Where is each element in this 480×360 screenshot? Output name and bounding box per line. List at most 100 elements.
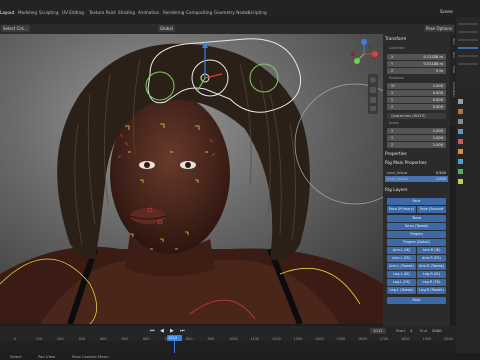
tab-geometry-nodes[interactable]: Geometry Nodes — [214, 9, 249, 17]
tab-texture-paint[interactable]: Texture Paint — [89, 9, 116, 17]
tab-compositing[interactable]: Compositing — [186, 9, 212, 17]
object-props-icon[interactable] — [458, 149, 463, 154]
layer-fingers-button[interactable]: Fingers — [387, 231, 446, 238]
layer-leg-l-fk-button[interactable]: Leg.L (FK) — [387, 279, 416, 286]
current-frame-field[interactable]: 1012 — [370, 328, 386, 334]
rotation-w-field[interactable]: W 1.000 — [387, 83, 446, 89]
layer-face-button[interactable]: Face — [387, 198, 446, 205]
tab-sculpting[interactable]: Sculpting — [39, 9, 59, 17]
timeline-tick-label: 1300 — [293, 337, 303, 341]
tab-uv-editing[interactable]: UV Editing — [62, 9, 84, 17]
rotation-z-field[interactable]: Z 0.000 — [387, 104, 446, 110]
rig-main-properties-header[interactable]: Rig Main Properties — [385, 161, 427, 166]
top-bar: Layout Modeling Sculpting UV Editing Tex… — [0, 0, 480, 17]
location-x-field[interactable]: X 0.11328 m — [387, 54, 446, 60]
view-layer-props-icon[interactable] — [458, 129, 463, 134]
layer-torso-tweak-button[interactable]: Torso (Tweak) — [387, 223, 446, 230]
select-mode-dropdown[interactable]: Select Circ... — [1, 25, 31, 32]
bone-props-icon[interactable] — [458, 179, 463, 184]
layer-leg-r-fk-button[interactable]: Leg.R (FK) — [417, 279, 446, 286]
layer-root-button[interactable]: Root — [387, 297, 446, 304]
rotation-y-field[interactable]: Y 0.000 — [387, 97, 446, 103]
play-reverse-icon[interactable]: ◀ — [160, 328, 164, 334]
camera-icon[interactable] — [370, 97, 376, 103]
playback-controls[interactable]: ⏮ ◀ ▶ ⏭ — [150, 328, 200, 335]
jump-start-icon[interactable]: ⏮ — [150, 328, 155, 334]
axis-gizmo-icon — [350, 39, 378, 64]
location-label: Location — [389, 46, 405, 50]
layer-arm-r-fk-button[interactable]: Arm.R (FK) — [417, 255, 446, 262]
render-props-icon[interactable] — [458, 109, 463, 114]
scale-z-field[interactable]: Z 1.000 — [387, 142, 446, 148]
layer-arm-l-tweak-button[interactable]: Arm.L (Tweak) — [387, 263, 416, 270]
rotation-mode-dropdown[interactable]: Quaternion (WXYZ) — [387, 113, 446, 119]
outliner-panel[interactable] — [456, 17, 480, 89]
timeline-tick-label: 1700 — [379, 337, 389, 341]
workspace-spacer — [0, 17, 456, 24]
properties-header[interactable]: Properties — [385, 152, 407, 157]
pose-options-button[interactable]: Pose Options — [424, 25, 454, 32]
layer-leg-r-ik-button[interactable]: Leg.R (IK) — [417, 271, 446, 278]
output-props-icon[interactable] — [458, 119, 463, 124]
pan-hand-icon[interactable] — [370, 87, 376, 93]
timeline-tick-label: 900 — [207, 337, 214, 341]
layer-arm-l-fk-button[interactable]: Arm.L (FK) — [387, 255, 416, 262]
layer-torso-button[interactable]: Torso — [387, 215, 446, 222]
layer-leg-r-tweak-button[interactable]: Leg.R (Tweak) — [417, 287, 446, 294]
timeline-tick-label: 600 — [143, 337, 150, 341]
transform-header[interactable]: Transform — [385, 37, 406, 42]
3d-viewport[interactable] — [0, 34, 383, 324]
outliner-row[interactable] — [458, 31, 478, 33]
grid-icon[interactable] — [370, 106, 376, 111]
start-frame-label: Start — [396, 328, 406, 333]
end-frame-field[interactable]: 2000 — [432, 328, 442, 334]
tab-scripting[interactable]: Scripting — [248, 9, 267, 17]
tab-shading[interactable]: Shading — [118, 9, 135, 17]
timeline-track[interactable] — [0, 341, 456, 353]
outliner-row[interactable] — [458, 47, 478, 49]
location-z-field[interactable]: Z0 m — [387, 68, 446, 74]
scale-y-field[interactable]: Y 1.000 — [387, 135, 446, 141]
timeline-tick-label: 2000 — [444, 337, 453, 341]
tool-props-icon[interactable] — [458, 99, 463, 104]
jump-end-icon[interactable]: ⏭ — [180, 328, 185, 334]
navigation-gizmo[interactable] — [348, 38, 380, 70]
rotation-x-field[interactable]: X 0.000 — [387, 90, 446, 96]
layer-arm-l-ik-button[interactable]: Arm.L (IK) — [387, 247, 416, 254]
prop-neck-follow-value[interactable]: 0.500 — [436, 171, 446, 175]
play-icon[interactable]: ▶ — [170, 328, 174, 334]
layer-arm-r-tweak-button[interactable]: Arm.R (Tweak) — [417, 263, 446, 270]
outliner-row[interactable] — [458, 63, 478, 65]
layer-face-secondary-button[interactable]: Face (Second — [417, 206, 446, 213]
outliner-row[interactable] — [458, 23, 478, 25]
outliner-row[interactable] — [458, 39, 478, 41]
viewport-nav-buttons[interactable] — [368, 74, 378, 114]
location-y-field[interactable]: Y 0.01188 m — [387, 61, 446, 67]
rig-layers-header[interactable]: Rig Layers — [385, 188, 408, 193]
scene-selector[interactable]: Scene — [440, 9, 453, 14]
outliner-row[interactable] — [458, 55, 478, 57]
data-props-icon[interactable] — [458, 169, 463, 174]
modifier-props-icon[interactable] — [458, 159, 463, 164]
start-frame-field[interactable]: 1 — [410, 328, 412, 334]
prop-neck-follow-label: neck_follow — [387, 171, 408, 175]
timeline-tick-label: 800 — [186, 337, 193, 341]
tab-rendering[interactable]: Rendering — [163, 9, 184, 17]
prop-head-follow-value[interactable]: 1.000 — [436, 177, 446, 181]
layer-fingers-detail-button[interactable]: Fingers (Detail) — [387, 239, 446, 246]
scene-props-icon[interactable] — [458, 139, 463, 144]
viewport-header: Select Circ... Global Pose Options — [0, 24, 455, 34]
scale-x-field[interactable]: X 1.000 — [387, 128, 446, 134]
tab-layout[interactable]: Layout — [0, 9, 14, 17]
tab-modeling[interactable]: Modeling — [18, 9, 37, 17]
layer-face-primary-button[interactable]: Face (Primary) — [387, 206, 416, 213]
timeline-tick-label: 1600 — [358, 337, 367, 341]
layer-arm-r-ik-button[interactable]: Arm.R (IK) — [417, 247, 446, 254]
layer-leg-l-tweak-button[interactable]: Leg.L (Tweak) — [387, 287, 416, 294]
layer-leg-l-ik-button[interactable]: Leg.L (IK) — [387, 271, 416, 278]
tab-animation[interactable]: Animation — [138, 9, 159, 17]
timeline-tick-label: 100 — [35, 337, 42, 341]
properties-panel[interactable] — [456, 89, 480, 360]
zoom-icon[interactable] — [370, 77, 376, 83]
transform-orientation-dropdown[interactable]: Global — [158, 25, 175, 32]
